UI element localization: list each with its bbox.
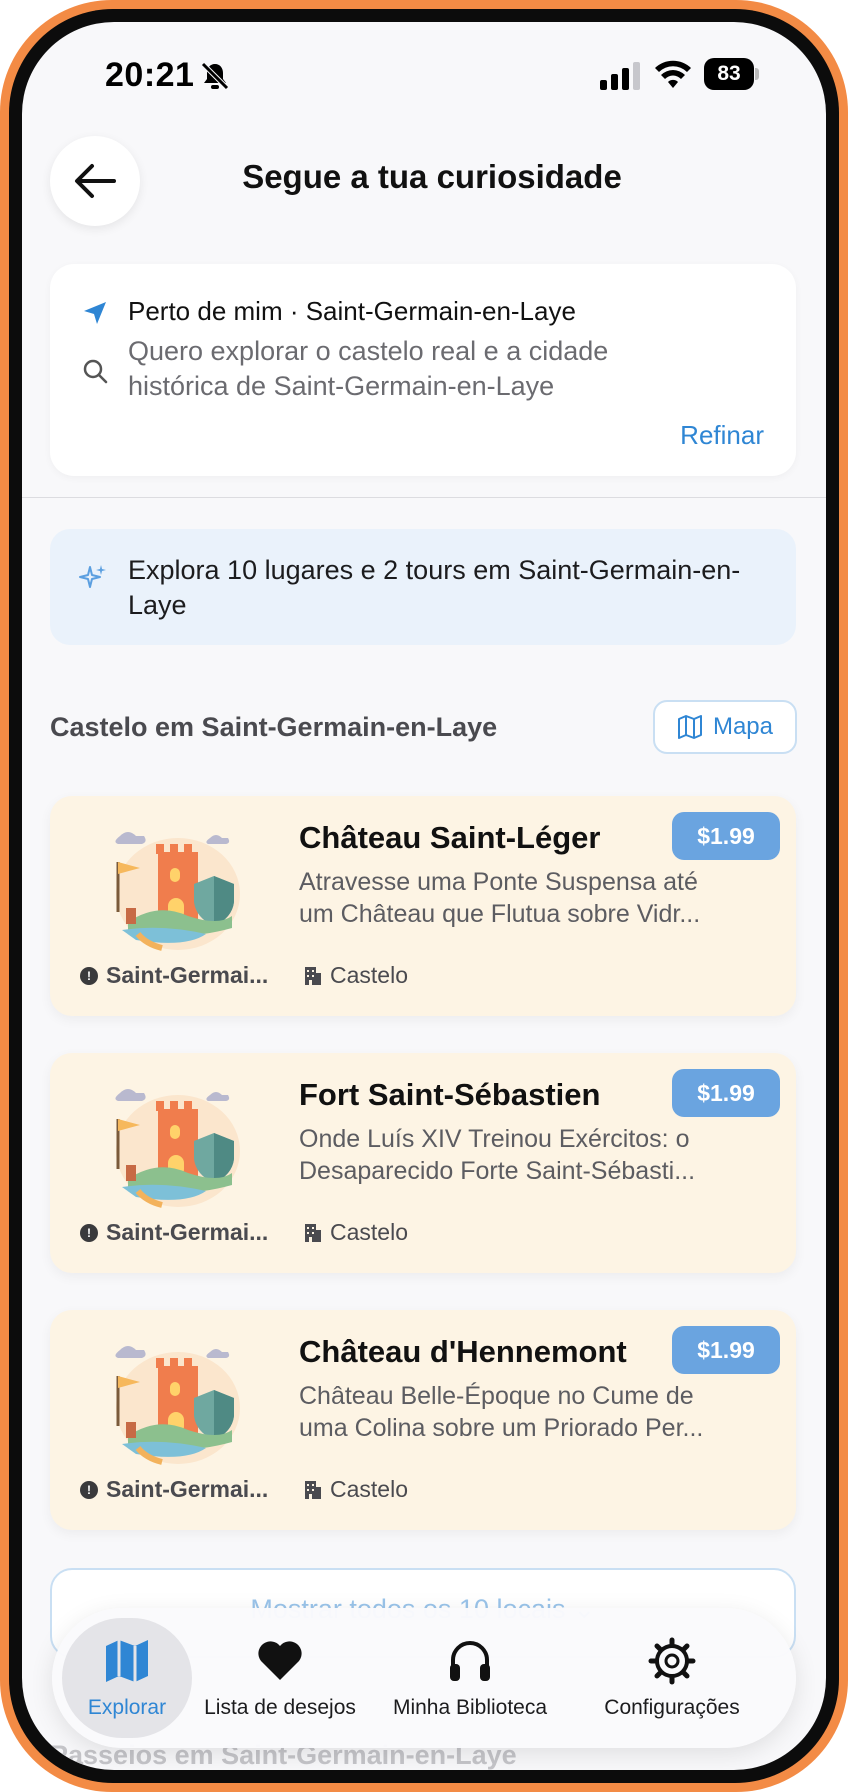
battery-level: 83	[704, 58, 754, 90]
banner-text: Explora 10 lugares e 2 tours em Saint-Ge…	[128, 555, 741, 620]
wifi-icon	[655, 60, 691, 88]
place-type-label: Castelo	[330, 1476, 408, 1502]
building-icon	[305, 1223, 321, 1242]
place-card[interactable]: Fort Saint-Sébastien $1.99 Onde Luís XIV…	[50, 1053, 796, 1273]
place-location-label: Saint-Germai...	[106, 962, 269, 988]
battery-tip	[755, 68, 759, 80]
tab-explorar[interactable]: Explorar	[62, 1618, 192, 1738]
map-button[interactable]: Mapa	[653, 700, 797, 754]
tab-label: Minha Biblioteca	[392, 1696, 548, 1719]
signal-icon	[600, 62, 640, 90]
map-icon	[106, 1640, 148, 1682]
gear-icon	[648, 1637, 696, 1685]
tab-wishlist[interactable]: Lista de desejos	[190, 1618, 370, 1738]
place-card[interactable]: Château d'Hennemont $1.99 Château Belle-…	[50, 1310, 796, 1530]
price-badge[interactable]: $1.99	[672, 1069, 780, 1117]
search-card[interactable]: Perto de mim · Saint-Germain-en-Laye Que…	[50, 264, 796, 476]
place-description: Atravesse uma Ponte Suspensa até um Chât…	[299, 866, 749, 930]
place-type: Castelo	[304, 1219, 408, 1246]
location-pin-icon: !	[80, 966, 98, 985]
price-badge[interactable]: $1.99	[672, 1326, 780, 1374]
tab-label: Lista de desejos	[204, 1696, 356, 1719]
tab-label: Configurações	[604, 1696, 740, 1719]
place-card[interactable]: Château Saint-Léger $1.99 Atravesse uma …	[50, 796, 796, 1016]
tab-settings[interactable]: Configurações	[572, 1618, 772, 1738]
location-arrow-icon	[84, 302, 106, 324]
tab-library[interactable]: Minha Biblioteca	[370, 1618, 570, 1738]
sparkle-icon	[79, 565, 106, 588]
castle-illustration-icon	[115, 1346, 240, 1465]
location-pin-icon: !	[80, 1223, 98, 1242]
info-banner: Explora 10 lugares e 2 tours em Saint-Ge…	[50, 529, 796, 645]
bell-off-icon	[201, 62, 229, 90]
place-description-line-1: Château Belle-Époque no Cume de	[299, 1382, 694, 1410]
place-type-label: Castelo	[330, 962, 408, 988]
place-location: ! Saint-Germai...	[80, 1219, 268, 1246]
building-icon	[305, 966, 321, 985]
place-location-label: Saint-Germai...	[106, 1476, 269, 1502]
arrow-left-icon	[75, 164, 116, 198]
place-type-label: Castelo	[330, 1219, 408, 1245]
place-description-line-1: Atravesse uma Ponte Suspensa até	[299, 868, 698, 896]
divider	[22, 497, 826, 498]
status-time: 20:21	[105, 56, 195, 94]
castle-illustration-icon	[115, 1089, 240, 1208]
page-title: Segue a tua curiosidade	[242, 158, 622, 195]
place-location-label: Saint-Germai...	[106, 1219, 269, 1245]
search-query[interactable]: Quero explorar o castelo real e a cidade…	[128, 334, 688, 404]
price-badge[interactable]: $1.99	[672, 812, 780, 860]
location-label: Perto de mim · Saint-Germain-en-Laye	[128, 296, 576, 326]
place-description: Château Belle-Époque no Cume de uma Coli…	[299, 1380, 749, 1444]
map-button-label: Mapa	[712, 713, 774, 740]
section-title: Castelo em Saint-Germain-en-Laye	[50, 712, 498, 742]
battery-indicator: 83	[704, 58, 760, 90]
place-description-line-2: um Château que Flutua sobre Vidr...	[299, 900, 701, 928]
tab-label: Explorar	[87, 1696, 167, 1719]
place-location: ! Saint-Germai...	[80, 962, 268, 989]
heart-icon	[258, 1641, 302, 1680]
location-pin-icon: !	[80, 1480, 98, 1499]
place-type: Castelo	[304, 1476, 408, 1503]
search-icon	[83, 359, 108, 384]
place-title: Fort Saint-Sébastien	[299, 1077, 601, 1112]
place-location: ! Saint-Germai...	[80, 1476, 268, 1503]
place-description: Onde Luís XIV Treinou Exércitos: o Desap…	[299, 1123, 749, 1187]
castle-illustration-icon	[115, 832, 240, 951]
place-type: Castelo	[304, 962, 408, 989]
refine-button[interactable]: Refinar	[680, 420, 764, 451]
back-button[interactable]	[50, 136, 140, 226]
headphones-icon	[450, 1641, 490, 1681]
place-title: Château Saint-Léger	[299, 820, 601, 855]
place-description-line-2: uma Colina sobre um Priorado Per...	[299, 1414, 704, 1442]
app-screen: 20:21 83 Segue a tua curiosidade Perto d…	[22, 22, 826, 1770]
map-icon	[677, 715, 702, 739]
place-description-line-2: Desaparecido Forte Saint-Sébasti...	[299, 1157, 696, 1185]
building-icon	[305, 1480, 321, 1499]
tab-bar: Explorar Lista de desejos Minha Bibliote…	[52, 1608, 796, 1748]
place-description-line-1: Onde Luís XIV Treinou Exércitos: o	[299, 1125, 690, 1153]
place-title: Château d'Hennemont	[299, 1334, 627, 1369]
